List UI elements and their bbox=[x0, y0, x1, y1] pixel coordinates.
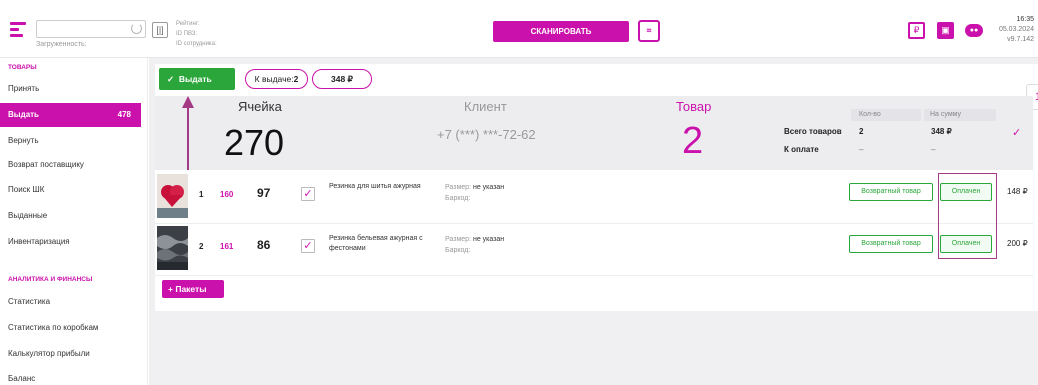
chat-icon[interactable]: ●● bbox=[965, 24, 983, 37]
sidebar-item-statistics[interactable]: Статистика bbox=[8, 297, 50, 306]
table-row: 1 160 97 ✓ Резинка для шитья ажурная Раз… bbox=[155, 172, 1033, 224]
barcode-scan-icon[interactable]: [|] bbox=[152, 22, 168, 38]
sidebar-section-analytics: АНАЛИТИКА И ФИНАНСЫ bbox=[8, 276, 93, 283]
item-name: Резинка бельевая ажурная с фестонами bbox=[329, 235, 423, 252]
product-image bbox=[157, 226, 188, 270]
item-attributes: Размер: не указан Баркод: bbox=[445, 182, 504, 204]
item-checkbox[interactable]: ✓ bbox=[301, 239, 315, 253]
date: 05.03.2024 bbox=[998, 26, 1034, 33]
product-image bbox=[157, 174, 188, 218]
give-button-label: Выдать bbox=[178, 74, 212, 84]
sidebar-item-barcode-search[interactable]: Поиск ШК bbox=[8, 185, 44, 194]
return-item-button[interactable]: Возвратный товар bbox=[849, 235, 933, 253]
size-value: не указан bbox=[472, 236, 505, 243]
packages-button[interactable]: + Пакеты bbox=[162, 280, 224, 298]
menu-icon[interactable] bbox=[10, 22, 26, 37]
rating-label: Рейтинг: bbox=[176, 21, 200, 27]
total-goods-label: Всего товаров bbox=[784, 127, 842, 136]
loading-spinner-icon bbox=[131, 23, 142, 34]
to-pay-sum: – bbox=[931, 145, 936, 154]
item-index: 1 bbox=[199, 190, 204, 199]
size-value: не указан bbox=[472, 184, 505, 191]
sidebar-item-accept[interactable]: Принять bbox=[8, 84, 39, 93]
item-index: 2 bbox=[199, 242, 204, 251]
sidebar: ТОВАРЫ Принять Выдать 478 Вернуть Возвра… bbox=[0, 58, 148, 385]
item-cell: 161 bbox=[220, 242, 234, 251]
sidebar-section-goods: ТОВАРЫ bbox=[8, 64, 37, 71]
up-arrow-annotation bbox=[182, 96, 194, 170]
document-icon[interactable]: ₽ bbox=[908, 22, 925, 39]
to-issue-pill[interactable]: К выдаче:2 bbox=[245, 69, 308, 89]
sidebar-item-inventory[interactable]: Инвентаризация bbox=[8, 237, 70, 246]
cell-number: 270 bbox=[224, 122, 285, 163]
session-meta: 16:35 05.03.2024 v9.7.142 bbox=[999, 15, 1034, 45]
summary-table: Кол-во На сумму Всего товаров 2 348 ₽ К … bbox=[781, 107, 1001, 157]
client-phone: +7 (***) ***-72-62 bbox=[437, 127, 536, 142]
sidebar-item-label: Выдать bbox=[8, 110, 39, 119]
item-cell: 160 bbox=[220, 190, 234, 199]
clock: 16:35 bbox=[1016, 16, 1034, 23]
give-button[interactable]: ✓ Выдать bbox=[159, 68, 235, 90]
client-label: Клиент bbox=[464, 99, 507, 114]
to-pay-label: К оплате bbox=[784, 145, 819, 154]
sidebar-item-supplier-return[interactable]: Возврат поставщику bbox=[8, 160, 84, 169]
version: v9.7.142 bbox=[1007, 36, 1034, 43]
item-price: 200 ₽ bbox=[1007, 239, 1028, 248]
check-icon[interactable]: ✓ bbox=[1012, 126, 1021, 139]
goods-label: Товар bbox=[676, 99, 712, 114]
size-label: Размер: bbox=[445, 236, 472, 243]
load-label: Загруженность: bbox=[36, 41, 87, 48]
sidebar-item-give[interactable]: Выдать 478 bbox=[0, 103, 141, 127]
total-goods-sum: 348 ₽ bbox=[931, 127, 952, 136]
item-name: Резинка для шитья ажурная bbox=[329, 183, 421, 190]
to-pay-qty: – bbox=[859, 145, 864, 154]
to-issue-label: К выдаче: bbox=[254, 74, 294, 84]
sidebar-item-box-statistics[interactable]: Статистика по коробкам bbox=[8, 323, 98, 332]
sidebar-item-return[interactable]: Вернуть bbox=[8, 136, 38, 145]
sidebar-item-issued[interactable]: Выданные bbox=[8, 211, 47, 220]
box-icon[interactable]: ▣ bbox=[937, 22, 954, 39]
search-input[interactable] bbox=[36, 20, 146, 38]
item-code: 97 bbox=[257, 186, 271, 200]
size-label: Размер: bbox=[445, 184, 472, 191]
highlight-annotation bbox=[938, 173, 997, 259]
total-goods-qty: 2 bbox=[859, 127, 864, 136]
to-issue-value: 2 bbox=[293, 74, 299, 84]
col-qty-header: Кол-во bbox=[851, 109, 921, 121]
plus-icon: + bbox=[168, 284, 173, 294]
col-sum-header: На сумму bbox=[924, 109, 996, 121]
barcode-label: Баркод: bbox=[445, 247, 471, 254]
check-icon: ✓ bbox=[167, 74, 175, 84]
cell-label: Ячейка bbox=[238, 99, 282, 114]
sidebar-item-profit-calculator[interactable]: Калькулятор прибыли bbox=[8, 349, 90, 358]
qr-scan-icon[interactable]: ⌗ bbox=[638, 20, 660, 42]
pickup-point-info: Рейтинг: ID ПВЗ: ID сотрудника: bbox=[176, 19, 217, 49]
employee-id-label: ID сотрудника: bbox=[176, 41, 217, 47]
item-attributes: Размер: не указан Баркод: bbox=[445, 234, 504, 256]
scan-button[interactable]: СКАНИРОВАТЬ bbox=[493, 21, 629, 42]
goods-count: 2 bbox=[682, 120, 704, 162]
packages-button-label: Пакеты bbox=[175, 284, 207, 294]
pvz-id-label: ID ПВЗ: bbox=[176, 31, 198, 37]
table-row: 2 161 86 ✓ Резинка бельевая ажурная с фе… bbox=[155, 224, 1033, 276]
barcode-label: Баркод: bbox=[445, 195, 471, 202]
item-code: 86 bbox=[257, 238, 271, 252]
item-price: 148 ₽ bbox=[1007, 187, 1028, 196]
return-item-button[interactable]: Возвратный товар bbox=[849, 183, 933, 201]
sidebar-item-balance[interactable]: Баланс bbox=[8, 374, 35, 383]
item-checkbox[interactable]: ✓ bbox=[301, 187, 315, 201]
sidebar-item-count: 478 bbox=[117, 110, 131, 119]
total-pill[interactable]: 348 ₽ bbox=[312, 69, 372, 89]
